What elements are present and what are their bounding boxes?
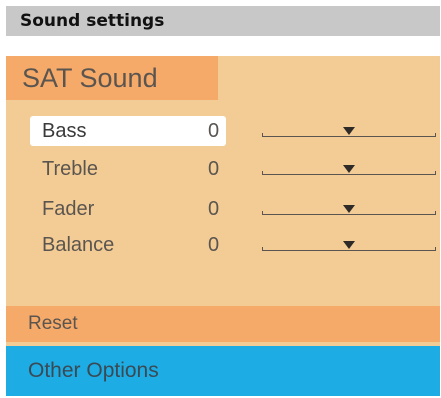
fader-slider[interactable] <box>262 194 436 224</box>
slider-thumb-icon[interactable] <box>343 165 355 173</box>
setting-value: 0 <box>208 233 220 256</box>
setting-row-bass[interactable]: Bass 0 <box>6 116 440 146</box>
reset-button[interactable]: Reset <box>6 306 440 342</box>
reset-label: Reset <box>28 313 78 334</box>
section-title: Sound settings <box>20 11 165 31</box>
sat-sound-panel: SAT Sound Bass 0 Treble 0 Fader 0 Balanc… <box>6 56 440 396</box>
slider-track <box>262 247 436 251</box>
balance-slider[interactable] <box>262 230 436 260</box>
treble-slider[interactable] <box>262 154 436 184</box>
bass-slider[interactable] <box>262 116 436 146</box>
setting-row-balance[interactable]: Balance 0 <box>6 230 440 260</box>
section-header: Sound settings <box>6 6 440 36</box>
setting-row-treble[interactable]: Treble 0 <box>6 154 440 184</box>
other-options-button[interactable]: Other Options <box>6 346 440 396</box>
slider-thumb-icon[interactable] <box>343 205 355 213</box>
setting-label: Fader <box>42 197 95 220</box>
setting-label: Bass <box>30 116 226 146</box>
setting-value: 0 <box>208 119 220 142</box>
other-options-label: Other Options <box>28 359 159 382</box>
setting-value: 0 <box>208 197 220 220</box>
panel-title: SAT Sound <box>6 56 218 100</box>
slider-thumb-icon[interactable] <box>343 127 355 135</box>
panel-title-text: SAT Sound <box>22 62 158 93</box>
setting-value: 0 <box>208 157 220 180</box>
setting-label: Treble <box>42 157 98 180</box>
setting-label: Balance <box>42 233 115 256</box>
slider-track <box>262 133 436 137</box>
slider-thumb-icon[interactable] <box>343 241 355 249</box>
setting-row-fader[interactable]: Fader 0 <box>6 194 440 224</box>
slider-track <box>262 211 436 215</box>
slider-track <box>262 171 436 175</box>
